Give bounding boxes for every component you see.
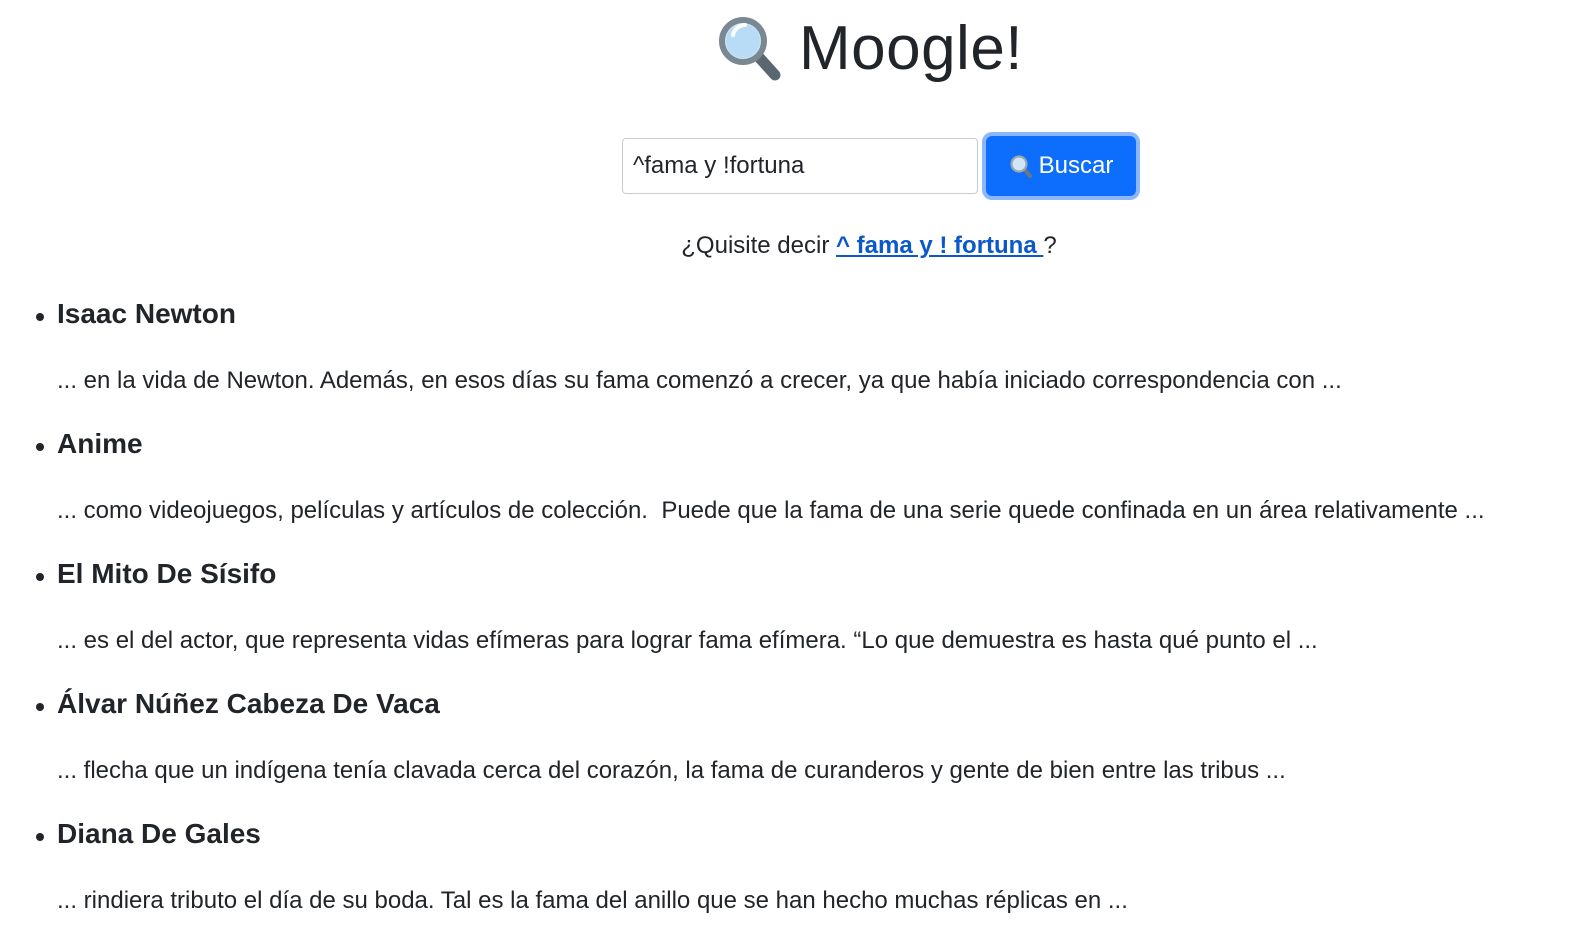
result-title[interactable]: Diana De Gales — [57, 818, 261, 850]
result-item: El Mito De Sísifo ... es el del actor, q… — [0, 550, 1586, 680]
bullet — [36, 833, 44, 841]
results-list: Isaac Newton ... en la vida de Newton. A… — [0, 290, 1586, 934]
result-snippet: ... rindiera tributo el día de su boda. … — [57, 887, 1128, 914]
page: Moogle! Buscar ¿Quisite decir ^ fama y !… — [0, 0, 1586, 934]
suggestion-prefix: ¿Quisite decir — [681, 232, 836, 259]
page-title: Moogle! — [798, 13, 1024, 83]
result-title[interactable]: El Mito De Sísifo — [57, 558, 276, 590]
suggestion-suffix: ? — [1043, 232, 1057, 259]
bullet — [36, 313, 44, 321]
search-button[interactable]: Buscar — [986, 136, 1136, 196]
result-title[interactable]: Anime — [57, 428, 143, 460]
header: Moogle! — [0, 8, 1586, 88]
title-block: Moogle! — [715, 13, 1023, 84]
search-bar: Buscar — [622, 136, 1136, 196]
magnifying-glass-icon — [715, 13, 785, 83]
suggestion-link[interactable]: ^ fama y ! fortuna — [836, 232, 1043, 259]
search-button-label: Buscar — [1038, 152, 1114, 179]
result-snippet: ... es el del actor, que representa vida… — [57, 627, 1318, 654]
result-item: Anime ... como videojuegos, películas y … — [0, 420, 1586, 550]
result-item: Diana De Gales ... rindiera tributo el d… — [0, 810, 1586, 934]
bullet — [36, 573, 44, 581]
result-item: Álvar Núñez Cabeza De Vaca ... flecha qu… — [0, 680, 1586, 810]
magnifying-glass-icon — [1009, 154, 1033, 178]
result-snippet: ... flecha que un indígena tenía clavada… — [57, 757, 1286, 784]
result-title[interactable]: Álvar Núñez Cabeza De Vaca — [57, 688, 440, 720]
did-you-mean: ¿Quisite decir ^ fama y ! fortuna ? — [0, 232, 1586, 260]
search-input[interactable] — [622, 138, 978, 194]
result-snippet: ... como videojuegos, películas y artícu… — [57, 497, 1485, 524]
result-snippet: ... en la vida de Newton. Además, en eso… — [57, 367, 1342, 394]
result-title[interactable]: Isaac Newton — [57, 298, 236, 330]
bullet — [36, 703, 44, 711]
bullet — [36, 443, 44, 451]
result-item: Isaac Newton ... en la vida de Newton. A… — [0, 290, 1586, 420]
